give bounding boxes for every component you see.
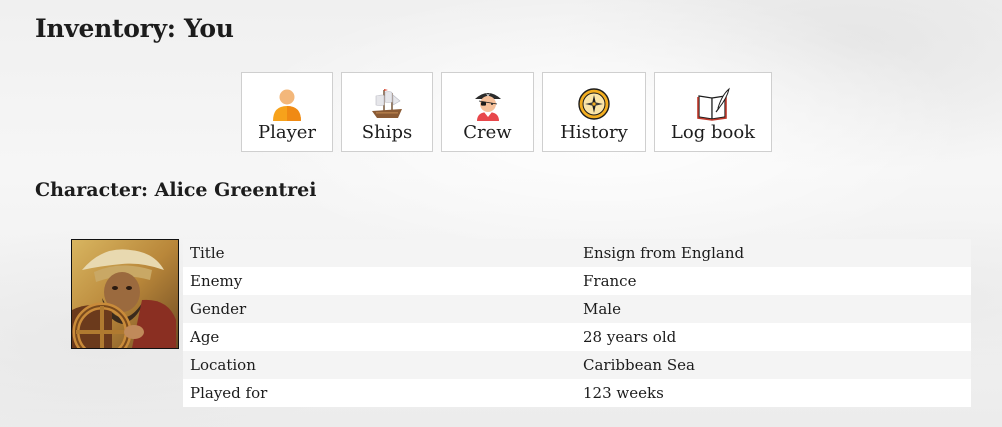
- nav-ships-button[interactable]: Ships: [341, 72, 433, 152]
- table-row: Age 28 years old: [183, 323, 971, 351]
- row-key-title: Title: [190, 244, 225, 262]
- row-value-location: Caribbean Sea: [583, 356, 695, 374]
- character-heading: Character: Alice Greentrei: [35, 179, 317, 201]
- table-row: Location Caribbean Sea: [183, 351, 971, 379]
- table-row: Gender Male: [183, 295, 971, 323]
- row-key-played-for: Played for: [190, 384, 268, 402]
- inventory-nav: Player Ships ✕ Crew: [241, 72, 772, 152]
- table-row: Title Ensign from England: [183, 239, 971, 267]
- row-key-enemy: Enemy: [190, 272, 243, 290]
- nav-ships-label: Ships: [361, 122, 413, 143]
- nav-history-label: History: [560, 122, 628, 143]
- nav-player-button[interactable]: Player: [241, 72, 333, 152]
- row-value-gender: Male: [583, 300, 621, 318]
- book-quill-icon: [697, 87, 730, 121]
- table-row: Enemy France: [183, 267, 971, 295]
- row-value-title: Ensign from England: [583, 244, 745, 262]
- character-info-table: Title Ensign from England Enemy France G…: [183, 239, 971, 407]
- row-key-location: Location: [190, 356, 256, 374]
- character-portrait: [71, 239, 179, 349]
- pirate-icon: ✕: [474, 93, 501, 121]
- row-value-age: 28 years old: [583, 328, 677, 346]
- page-title: Inventory: You: [35, 14, 234, 43]
- compass-icon: [578, 88, 610, 120]
- ship-icon: [372, 89, 402, 118]
- player-icon: [273, 89, 301, 121]
- nav-crew-label: Crew: [463, 122, 512, 143]
- row-value-played-for: 123 weeks: [583, 384, 664, 402]
- nav-history-button[interactable]: History: [542, 72, 646, 152]
- row-value-enemy: France: [583, 272, 637, 290]
- nav-logbook-label: Log book: [670, 122, 756, 143]
- nav-logbook-button[interactable]: Log book: [654, 72, 772, 152]
- row-key-gender: Gender: [190, 300, 247, 318]
- pirate-captain-portrait: [72, 240, 178, 348]
- table-row: Played for 123 weeks: [183, 379, 971, 407]
- nav-player-label: Player: [257, 122, 317, 143]
- nav-crew-button[interactable]: ✕ Crew: [441, 72, 534, 152]
- row-key-age: Age: [190, 328, 220, 346]
